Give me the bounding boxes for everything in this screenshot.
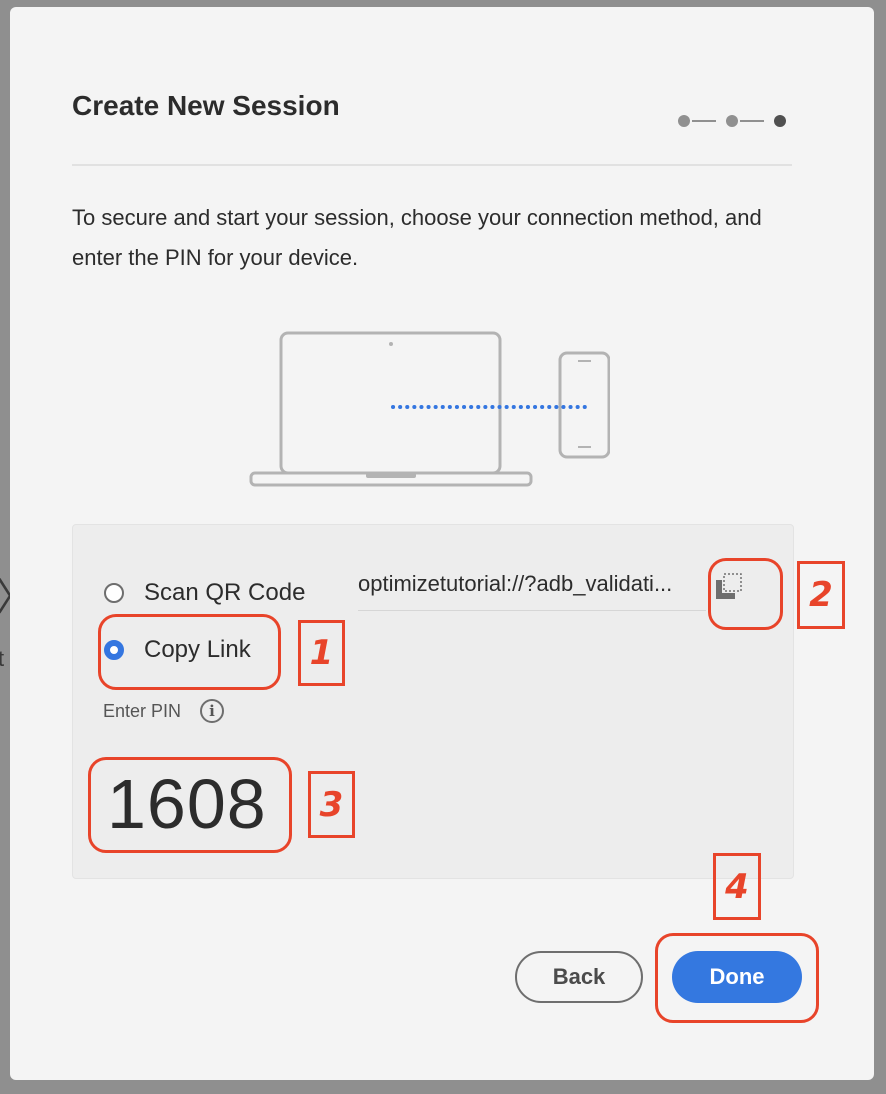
scan-qr-code-label: Scan QR Code [144,579,306,606]
step-dot-3-current [774,115,786,127]
step-dot-2 [726,115,738,127]
annotation-number-1: 1 [298,620,345,686]
header-divider [72,164,792,166]
step-dot-1 [678,115,690,127]
annotation-callout-done [655,933,819,1023]
annotation-callout-pin [88,757,292,853]
enter-pin-label: Enter PIN [103,701,182,721]
scan-qr-code-radio[interactable] [104,583,124,603]
annotation-number-3: 3 [308,771,355,838]
step-connector-2 [740,120,764,122]
annotation-callout-copy-link [98,614,281,690]
back-button[interactable]: Back [515,951,643,1003]
session-link-field[interactable]: optimizetutorial://?adb_validati... [358,566,706,611]
background-text-fragment: t [0,646,5,671]
step-indicator [678,114,790,128]
laptop-icon [249,331,533,487]
dialog-title: Create New Session [72,90,340,121]
annotation-number-2: 2 [797,561,845,629]
device-connection-illustration [249,331,610,487]
scan-qr-code-option[interactable]: Scan QR Code [104,579,305,607]
annotation-callout-copy-button [708,558,783,630]
dialog-description: To secure and start your session, choose… [72,205,762,270]
info-icon[interactable]: i [200,699,224,723]
annotation-number-4: 4 [713,853,761,920]
step-connector-1 [692,120,716,122]
phone-icon [558,351,610,459]
